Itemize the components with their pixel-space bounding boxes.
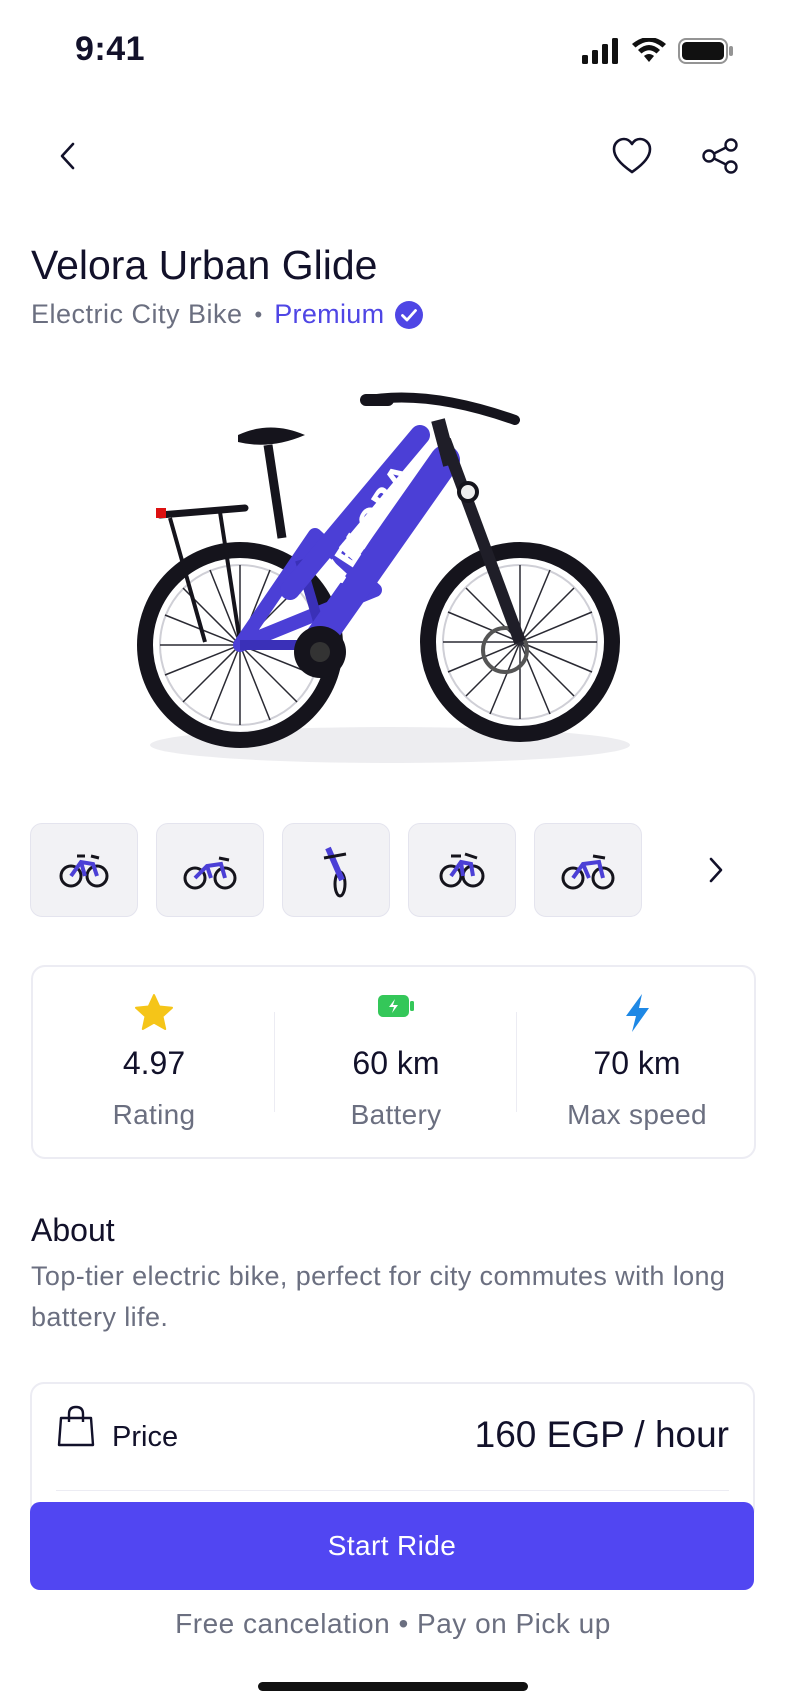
bike-thumbnail-icon — [183, 856, 237, 890]
premium-badge-label: Premium — [274, 299, 385, 329]
status-icons — [582, 38, 734, 64]
price-label: Price — [112, 1421, 179, 1453]
gallery-thumbnail-1[interactable] — [30, 823, 138, 917]
about-heading: About — [31, 1212, 115, 1248]
verified-check-icon — [395, 300, 424, 329]
start-ride-button[interactable]: Start Ride — [30, 1502, 754, 1590]
bike-thumbnail-icon — [59, 854, 109, 888]
gallery-thumbnail-4[interactable] — [408, 823, 516, 917]
chevron-right-icon — [709, 857, 723, 883]
stat-label: Rating — [112, 1099, 196, 1130]
gallery-next-button[interactable] — [696, 846, 736, 894]
price-value: 160 EGP / hour — [474, 1414, 729, 1455]
share-icon — [702, 138, 738, 174]
gallery-thumbnail-3[interactable] — [282, 823, 390, 917]
about-text: Top-tier electric bike, perfect for city… — [31, 1261, 726, 1332]
wifi-icon — [632, 38, 666, 62]
bike-thumbnail-icon — [439, 852, 485, 888]
bike-thumbnail-icon — [323, 846, 347, 898]
bike-thumbnail-icon — [561, 854, 615, 890]
stat-label: Max speed — [567, 1099, 707, 1130]
stat-value: 70 km — [593, 1045, 681, 1081]
stats-card: 4.97 Rating 60 km Battery 70 km Max spee… — [31, 965, 756, 1159]
favorite-button[interactable] — [604, 128, 660, 184]
stat-value: 60 km — [352, 1045, 440, 1081]
product-category: Electric City Bike — [31, 299, 243, 329]
gallery-thumbnail-5[interactable] — [534, 823, 642, 917]
price-card: Price 160 EGP / hour — [30, 1382, 755, 1522]
battery-status-icon — [678, 38, 733, 64]
home-indicator — [258, 1682, 528, 1691]
gallery-thumbnail-2[interactable] — [156, 823, 264, 917]
stat-max-speed: 70 km Max speed — [516, 967, 758, 1161]
share-button[interactable] — [692, 128, 748, 184]
shopping-bag-icon — [57, 1405, 95, 1447]
product-title: Velora Urban Glide — [31, 242, 378, 288]
stat-label: Battery — [350, 1099, 442, 1130]
status-time: 9:41 — [75, 30, 146, 68]
stat-rating: 4.97 Rating — [33, 967, 275, 1161]
chevron-left-icon — [60, 142, 75, 170]
star-icon — [135, 994, 173, 1030]
subtitle-separator: • — [254, 301, 263, 327]
bike-hero-image: VELORA — [137, 392, 630, 763]
heart-icon — [612, 137, 652, 174]
stat-value: 4.97 — [122, 1045, 186, 1081]
cellular-signal-icon — [582, 38, 618, 64]
footer-note: Free cancelation • Pay on Pick up — [175, 1608, 611, 1639]
battery-icon — [378, 995, 414, 1017]
product-subtitle: Electric City Bike • Premium — [31, 299, 424, 330]
stat-battery: 60 km Battery — [275, 967, 517, 1161]
divider — [56, 1490, 729, 1491]
back-button[interactable] — [40, 128, 96, 184]
lightning-icon — [626, 994, 649, 1032]
